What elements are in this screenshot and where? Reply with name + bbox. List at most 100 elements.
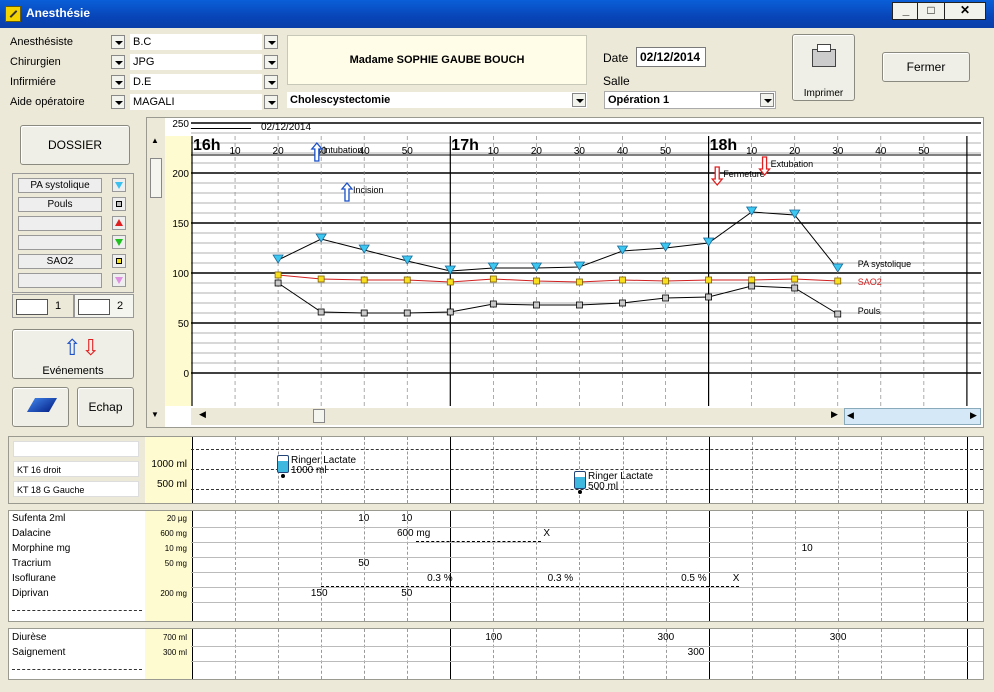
drug-dose-cell[interactable]: 0.5 % — [681, 573, 707, 584]
staff-field-chirurgien[interactable]: JPG — [130, 54, 262, 70]
parameter-item[interactable] — [18, 235, 102, 250]
staff-flag-dropdown[interactable] — [111, 35, 125, 49]
minute-gridline — [235, 437, 237, 503]
tab-1[interactable]: 1 — [12, 294, 74, 318]
output-value-cell[interactable]: 300 — [688, 647, 705, 658]
salle-dropdown-arrow[interactable] — [760, 93, 774, 107]
drug-name[interactable]: Morphine mg — [12, 543, 70, 554]
minute-gridline — [923, 629, 925, 679]
drug-name[interactable]: Tracrium — [12, 558, 51, 569]
staff-flag-dropdown[interactable] — [111, 55, 125, 69]
sao2-point — [791, 275, 799, 283]
procedure-select[interactable]: Cholescystectomie — [287, 92, 587, 108]
minute-gridline — [493, 437, 495, 503]
drug-name[interactable]: Sufenta 2ml — [12, 513, 65, 524]
series-label: PA systolique — [858, 259, 911, 269]
staff-dropdown-arrow[interactable] — [264, 35, 278, 49]
staff-flag-dropdown[interactable] — [111, 95, 125, 109]
events-button[interactable]: ⇧⇩ Evénements — [12, 329, 134, 379]
parameter-item[interactable]: Pouls — [18, 197, 102, 212]
fermer-button[interactable]: Fermer — [882, 52, 970, 82]
sao2-point — [489, 275, 497, 283]
parameter-marker-icon[interactable] — [112, 216, 126, 230]
staff-flag-dropdown[interactable] — [111, 75, 125, 89]
drug-dose-cell[interactable]: 150 — [311, 588, 328, 599]
staff-field-anesth-siste[interactable]: B.C — [130, 34, 262, 50]
drug-dose-cell[interactable]: X — [733, 573, 740, 584]
event-label: Intubation — [323, 145, 363, 155]
staff-dropdown-arrow[interactable] — [264, 75, 278, 89]
drug-dose-cell[interactable]: 10 — [358, 513, 369, 524]
procedure-dropdown-arrow[interactable] — [572, 93, 586, 107]
drug-dose-cell[interactable]: 10 — [802, 543, 813, 554]
print-button[interactable]: Imprimer — [792, 34, 855, 101]
drip-bag-icon[interactable] — [277, 455, 289, 473]
drug-dose-cell[interactable]: 50 — [358, 558, 369, 569]
output-name[interactable]: Diurèse — [12, 632, 46, 643]
staff-field-aide-op-ratoire[interactable]: MAGALI — [130, 94, 262, 110]
drug-dose-cell[interactable]: 0.3 % — [548, 573, 574, 584]
drug-name[interactable]: Diprivan — [12, 588, 49, 599]
perfusion-line-label[interactable]: KT 18 G Gauche — [13, 481, 139, 497]
drug-dose-cell[interactable]: 10 — [401, 513, 412, 524]
staff-field-infirmi-re[interactable]: D.E — [130, 74, 262, 90]
drug-unit: 20 µg — [166, 514, 187, 523]
output-unit: 700 ml — [162, 633, 187, 642]
parameter-item[interactable] — [18, 273, 102, 288]
parameter-item[interactable]: SAO2 — [18, 254, 102, 269]
horizontal-scrollbar[interactable]: ◀ ▶ ◀ ▶ — [191, 408, 981, 425]
zoom-slider[interactable]: ◀ ▶ — [844, 408, 981, 425]
dossier-button[interactable]: DOSSIER — [20, 125, 130, 165]
drug-name[interactable]: Dalacine — [12, 528, 51, 539]
drug-dose-cell[interactable]: 600 mg — [397, 528, 430, 539]
date-field[interactable]: 02/12/2014 — [636, 47, 706, 67]
tab-2[interactable]: 2 — [74, 294, 134, 318]
echap-button[interactable]: Echap — [77, 387, 134, 427]
chart-thumbnail-icon — [78, 299, 110, 315]
pouls-point — [532, 301, 540, 309]
perfusion-item-volume: 500 ml — [588, 481, 619, 492]
date-label: Date — [603, 51, 629, 65]
drug-dose-cell[interactable]: 50 — [401, 588, 412, 599]
sao2-point — [403, 276, 411, 284]
output-name[interactable]: Saignement — [12, 647, 65, 658]
parameter-marker-icon[interactable] — [112, 178, 126, 192]
y-tick-label: 0 — [183, 369, 189, 380]
parameter-item[interactable] — [18, 216, 102, 231]
parameter-marker-icon[interactable] — [112, 254, 126, 268]
drip-bag-icon[interactable] — [574, 471, 587, 489]
staff-dropdown-arrow[interactable] — [264, 95, 278, 109]
eraser-button[interactable] — [12, 387, 69, 427]
drug-dose-cell[interactable]: 0.3 % — [427, 573, 453, 584]
y-tick-label: 250 — [172, 119, 189, 130]
salle-select[interactable]: Opération 1 — [604, 91, 776, 109]
parameter-marker-icon[interactable] — [112, 197, 126, 211]
minute-gridline — [880, 437, 882, 503]
staff-dropdown-arrow[interactable] — [264, 55, 278, 69]
perfusion-row-line — [191, 449, 983, 450]
close-window-button[interactable]: ✕ — [944, 2, 986, 20]
maximize-button[interactable]: □ — [917, 2, 945, 20]
drug-name[interactable]: Isoflurane — [12, 573, 56, 584]
output-unit: 300 ml — [162, 648, 187, 657]
perfusion-line-label[interactable]: KT 16 droit — [13, 461, 139, 477]
parameter-marker-icon[interactable] — [112, 235, 126, 249]
minute-gridline — [794, 629, 796, 679]
minimize-button[interactable]: _ — [892, 2, 920, 20]
horizontal-scroll-thumb[interactable] — [313, 409, 325, 423]
print-label: Imprimer — [803, 88, 844, 99]
parameter-marker-icon[interactable] — [112, 273, 126, 287]
perfusion-line-label[interactable] — [13, 441, 139, 457]
hour-label: 17h — [451, 137, 479, 154]
drug-unit: 600 mg — [160, 529, 187, 538]
procedure-value: Cholescystectomie — [290, 94, 391, 106]
minute-gridline — [235, 629, 237, 679]
event-label: Fermeture — [723, 169, 765, 179]
vitals-chart[interactable]: 05010015020025016h 17h 18h10 20 30 40 50 10 20 30… — [147, 118, 983, 427]
drug-dose-cell[interactable]: X — [543, 528, 550, 539]
parameter-item[interactable]: PA systolique — [18, 178, 102, 193]
output-value-cell[interactable]: 100 — [485, 632, 502, 643]
output-value-cell[interactable]: 300 — [830, 632, 847, 643]
drug-unit: 50 mg — [164, 559, 187, 568]
output-value-cell[interactable]: 300 — [658, 632, 675, 643]
